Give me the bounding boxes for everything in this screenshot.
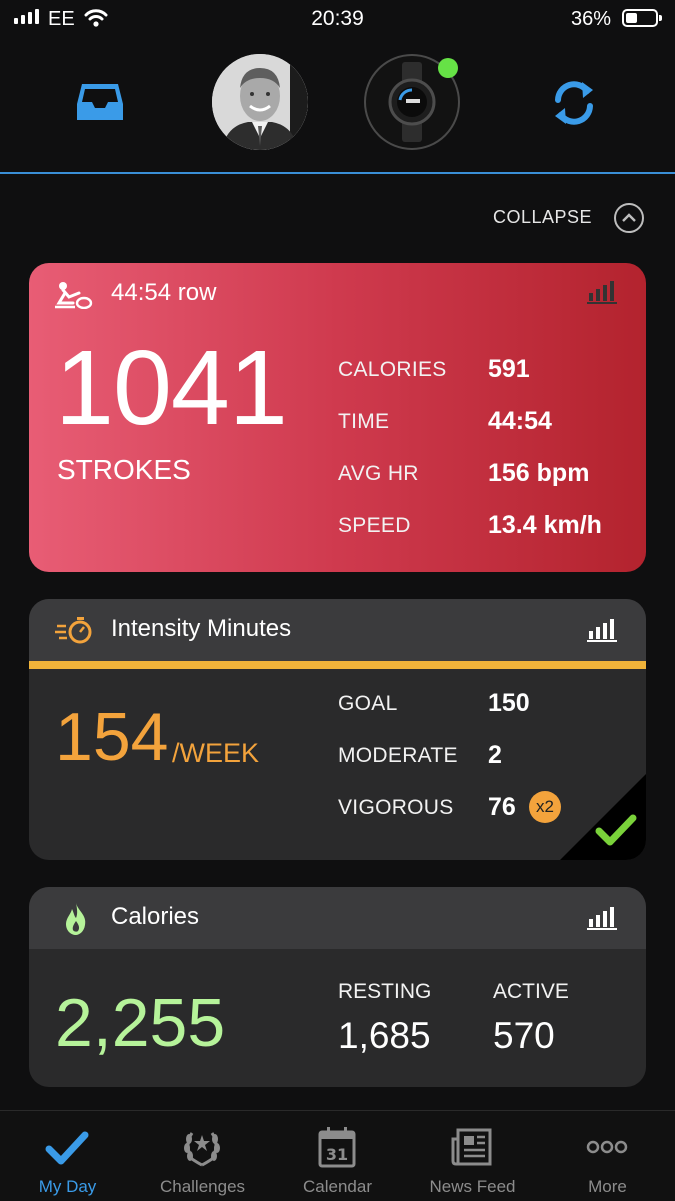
collapse-button[interactable] (614, 203, 644, 233)
inbox-icon[interactable] (76, 82, 124, 122)
tab-news-feed[interactable]: News Feed (405, 1111, 540, 1201)
tab-challenges[interactable]: Challenges (135, 1111, 270, 1201)
laurel-icon (184, 1132, 220, 1167)
calories-card[interactable]: Calories 2,255 RESTING 1,685 ACTIVE 570 (29, 887, 646, 1087)
stopwatch-icon (55, 617, 92, 644)
stat-value-avg-hr: 156 bpm (488, 459, 590, 487)
activity-title: 44:54 row (111, 279, 217, 306)
tab-more[interactable]: More (540, 1111, 675, 1201)
bar-chart-icon[interactable] (587, 279, 619, 305)
bar-chart-icon[interactable] (587, 617, 619, 643)
activity-card[interactable]: 44:54 row 1041 STROKES CALORIES 591 TIME… (29, 263, 646, 572)
card-title: Calories (111, 903, 200, 930)
intensity-progress-bar (29, 661, 646, 669)
top-bar (0, 40, 675, 174)
stat-label-moderate: MODERATE (338, 744, 458, 767)
resting-label: RESTING (338, 980, 432, 1003)
collapse-label[interactable]: COLLAPSE (493, 207, 592, 228)
calories-total: 2,255 (55, 985, 226, 1061)
newspaper-icon (451, 1128, 492, 1166)
stat-value-moderate: 2 (488, 741, 502, 769)
tab-label: Calendar (303, 1177, 372, 1196)
card-header: Intensity Minutes (29, 599, 646, 661)
resting-value: 1,685 (338, 1015, 431, 1056)
active-label: ACTIVE (493, 980, 569, 1003)
stat-value-calories: 591 (488, 355, 530, 383)
stat-label-vigorous: VIGOROUS (338, 796, 454, 819)
user-profile-photo (212, 54, 308, 150)
checkmark-icon (595, 814, 637, 846)
status-bar: EE 20:39 36% (0, 0, 675, 40)
stat-label-goal: GOAL (338, 692, 398, 715)
strokes-value: 1041 (55, 329, 288, 447)
tab-label: News Feed (429, 1177, 516, 1196)
tab-calendar[interactable]: 31 Calendar (270, 1111, 405, 1201)
stat-value-vigorous: 76 (488, 793, 516, 821)
stat-value-time: 44:54 (488, 407, 552, 435)
chevron-up-icon (622, 213, 636, 222)
tab-my-day[interactable]: My Day (0, 1111, 135, 1201)
device-connected-indicator (438, 58, 458, 78)
tab-label: More (588, 1177, 627, 1196)
tab-label: Challenges (159, 1177, 246, 1196)
stat-label-speed: SPEED (338, 514, 411, 537)
card-title: Intensity Minutes (111, 615, 292, 642)
stat-value-goal: 150 (488, 689, 530, 717)
bar-chart-icon[interactable] (587, 905, 619, 931)
more-icon (586, 1140, 628, 1154)
checkmark-icon (45, 1131, 89, 1165)
active-value: 570 (493, 1015, 555, 1056)
strokes-label: STROKES (57, 454, 191, 485)
stat-label-calories: CALORIES (338, 358, 447, 381)
stat-label-time: TIME (338, 410, 390, 433)
stat-value-speed: 13.4 km/h (488, 511, 602, 539)
battery-icon (622, 9, 662, 27)
vigorous-multiplier-badge: x2 (529, 791, 561, 823)
intensity-minutes-card[interactable]: Intensity Minutes 154 /WEEK GOAL 150 MOD… (29, 599, 646, 860)
calendar-icon: 31 (318, 1127, 356, 1168)
battery-percentage: 36% (571, 8, 612, 30)
sync-icon[interactable] (549, 78, 599, 128)
card-header: Calories (29, 887, 646, 949)
tab-bar: My Day Challenges 31 Calendar News Feed (0, 1110, 675, 1201)
intensity-unit: /WEEK (172, 738, 260, 768)
calendar-day: 31 (326, 1145, 348, 1164)
flame-icon (66, 903, 86, 935)
stat-label-avg-hr: AVG HR (338, 462, 419, 485)
tab-label: My Day (38, 1177, 97, 1196)
intensity-value: 154 (55, 699, 169, 775)
rowing-icon (55, 282, 93, 309)
avatar[interactable] (212, 54, 308, 150)
